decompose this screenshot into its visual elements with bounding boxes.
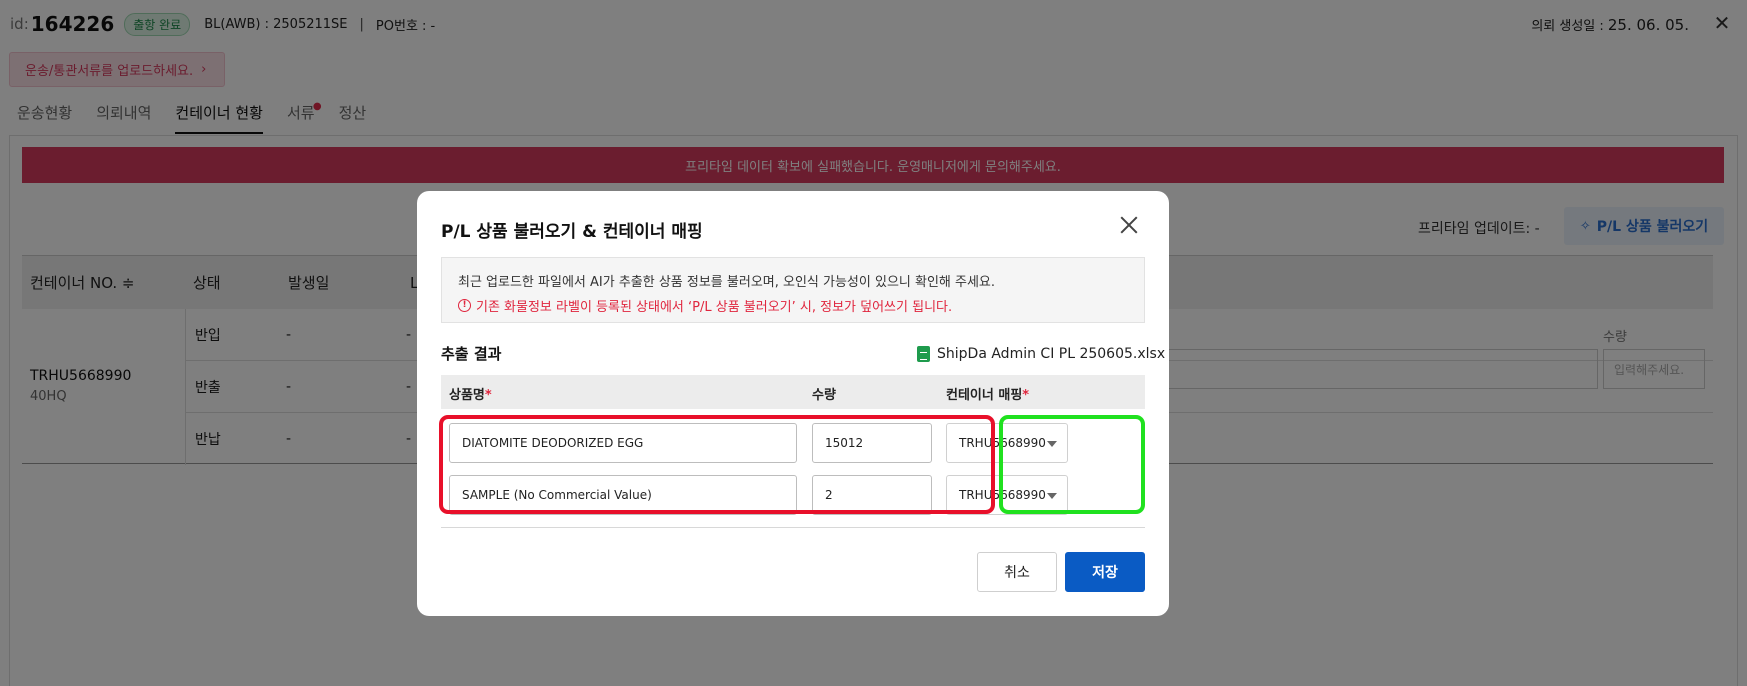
- result-title: 추출 결과: [441, 345, 502, 363]
- header-product-label: 상품명: [449, 388, 485, 403]
- divider: [441, 527, 1145, 528]
- warning-icon: !: [458, 299, 471, 312]
- info-text: 최근 업로드한 파일에서 AI가 추출한 상품 정보를 불러오며, 오인식 가능…: [458, 275, 996, 290]
- mapping-table-header: 상품명* 수량 컨테이너 매핑*: [441, 375, 1145, 409]
- info-box: 최근 업로드한 파일에서 AI가 추출한 상품 정보를 불러오며, 오인식 가능…: [441, 257, 1145, 323]
- close-icon[interactable]: [1117, 213, 1141, 237]
- file-link[interactable]: ShipDa Admin CI PL 250605.xlsx: [917, 346, 1165, 362]
- warning-message: 기존 화물정보 라벨이 등록된 상태에서 ‘P/L 상품 불러오기’ 시, 정보…: [476, 300, 953, 315]
- required-mark: *: [484, 388, 492, 403]
- header-product: 상품명*: [449, 384, 492, 403]
- modal-title: P/L 상품 불러오기 & 컨테이너 매핑: [441, 222, 703, 242]
- pl-mapping-modal: P/L 상품 불러오기 & 컨테이너 매핑 최근 업로드한 파일에서 AI가 추…: [417, 191, 1169, 616]
- header-container: 컨테이너 매핑*: [946, 384, 1029, 403]
- warning-text: ! 기존 화물정보 라벨이 등록된 상태에서 ‘P/L 상품 불러오기’ 시, …: [458, 296, 1128, 315]
- highlight-red-box: [439, 415, 995, 514]
- required-mark: *: [1022, 388, 1030, 403]
- spreadsheet-icon: [917, 346, 930, 362]
- cancel-button[interactable]: 취소: [977, 552, 1057, 592]
- header-container-label: 컨테이너 매핑: [946, 388, 1023, 403]
- save-button[interactable]: 저장: [1065, 552, 1145, 592]
- file-name: ShipDa Admin CI PL 250605.xlsx: [937, 346, 1166, 362]
- header-qty: 수량: [812, 388, 836, 403]
- highlight-green-box: [999, 415, 1145, 514]
